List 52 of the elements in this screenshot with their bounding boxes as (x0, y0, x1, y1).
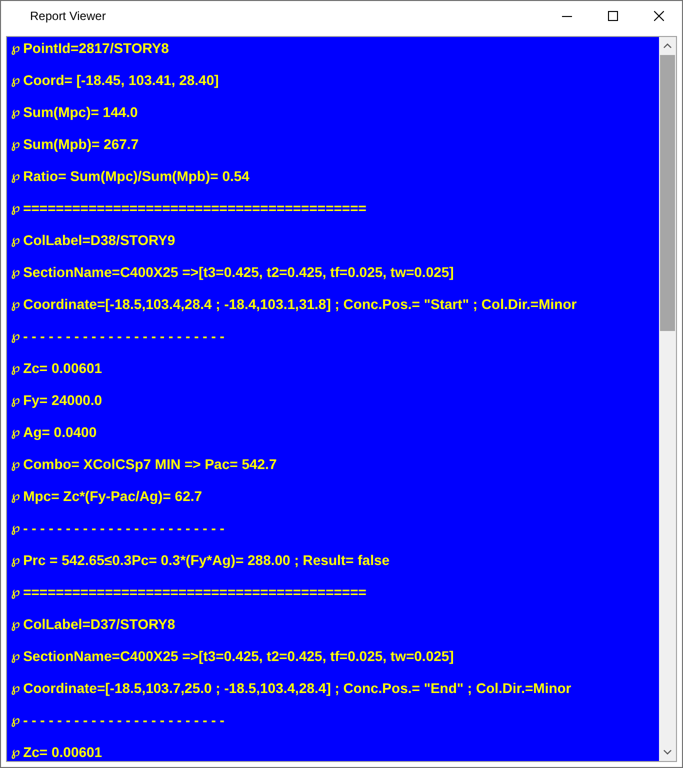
report-line: Zc= 0.00601 (23, 360, 102, 377)
bullet-glyph: ℘ (11, 264, 20, 281)
report-line: SectionName=C400X25 =>[t3=0.425, t2=0.425, tf=0.025, tw=0.025] (23, 648, 454, 665)
bullet-glyph: ℘ (11, 168, 20, 185)
window-title: Report Viewer (29, 9, 106, 23)
report-line: Fy= 24000.0 (23, 392, 102, 409)
bullet-glyph: ℘ (11, 616, 20, 633)
report-line: ========================================== (23, 584, 366, 601)
bullet-glyph: ℘ (11, 520, 20, 537)
report-line: Zc= 0.00601 (23, 744, 102, 761)
bullet-glyph: ℘ (11, 104, 20, 121)
bullet-glyph: ℘ (11, 40, 20, 57)
report-line: PointId=2817/STORY8 (23, 40, 169, 57)
bullet-glyph: ℘ (11, 712, 20, 729)
report-line: Mpc= Zc*(Fy-Pac/Ag)= 62.7 (23, 488, 202, 505)
bullet-glyph: ℘ (11, 552, 20, 569)
bullet-glyph: ℘ (11, 200, 20, 217)
report-line: - - - - - - - - - - - - - - - - - - - - - - - - (23, 328, 224, 345)
bullet-glyph: ℘ (11, 744, 20, 761)
maximize-icon[interactable] (608, 11, 618, 21)
bullet-glyph: ℘ (11, 360, 20, 377)
report-line: Sum(Mpc)= 144.0 (23, 104, 138, 121)
bullet-glyph: ℘ (11, 488, 20, 505)
report-line: ========================================== (23, 200, 366, 217)
close-icon[interactable] (654, 11, 664, 21)
report-line: Coord= [-18.45, 103.41, 28.40] (23, 72, 219, 89)
bullet-glyph: ℘ (11, 296, 20, 313)
report-line: Combo= XColCSp7 MIN => Pac= 542.7 (23, 456, 277, 473)
bullet-glyph: ℘ (11, 232, 20, 249)
bullet-glyph: ℘ (11, 328, 20, 345)
scroll-up-icon[interactable] (663, 43, 672, 49)
bullet-glyph: ℘ (11, 648, 20, 665)
scroll-down-icon[interactable] (663, 749, 672, 755)
bullet-glyph: ℘ (11, 392, 20, 409)
scrollbar-thumb[interactable] (660, 55, 675, 331)
report-line: - - - - - - - - - - - - - - - - - - - - - - - - (23, 520, 224, 537)
report-line: SectionName=C400X25 =>[t3=0.425, t2=0.425, tf=0.025, tw=0.025] (23, 264, 454, 281)
report-line: Ag= 0.0400 (23, 424, 97, 441)
report-line: Prc = 542.65≤0.3Pc= 0.3*(Fy*Ag)= 288.00 ; Result= false (23, 552, 390, 569)
report-line: - - - - - - - - - - - - - - - - - - - - - - - - (23, 712, 224, 729)
report-line: Coordinate=[-18.5,103.7,25.0 ; -18.5,103.4,28.4] ; Conc.Pos.= "End" ; Col.Dir.=Minor (23, 680, 572, 697)
report-line: ColLabel=D37/STORY8 (23, 616, 176, 633)
bullet-glyph: ℘ (11, 136, 20, 153)
bullet-glyph: ℘ (11, 424, 20, 441)
report-line: Coordinate=[-18.5,103.4,28.4 ; -18.4,103.1,31.8] ; Conc.Pos.= "Start" ; Col.Dir.=Minor (23, 296, 577, 313)
report-line: ColLabel=D38/STORY9 (23, 232, 176, 249)
report-line: Ratio= Sum(Mpc)/Sum(Mpb)= 0.54 (23, 168, 250, 185)
bullet-glyph: ℘ (11, 456, 20, 473)
bullet-glyph: ℘ (11, 72, 20, 89)
report-line: Sum(Mpb)= 267.7 (23, 136, 139, 153)
bullet-glyph: ℘ (11, 680, 20, 697)
bullet-glyph: ℘ (11, 584, 20, 601)
